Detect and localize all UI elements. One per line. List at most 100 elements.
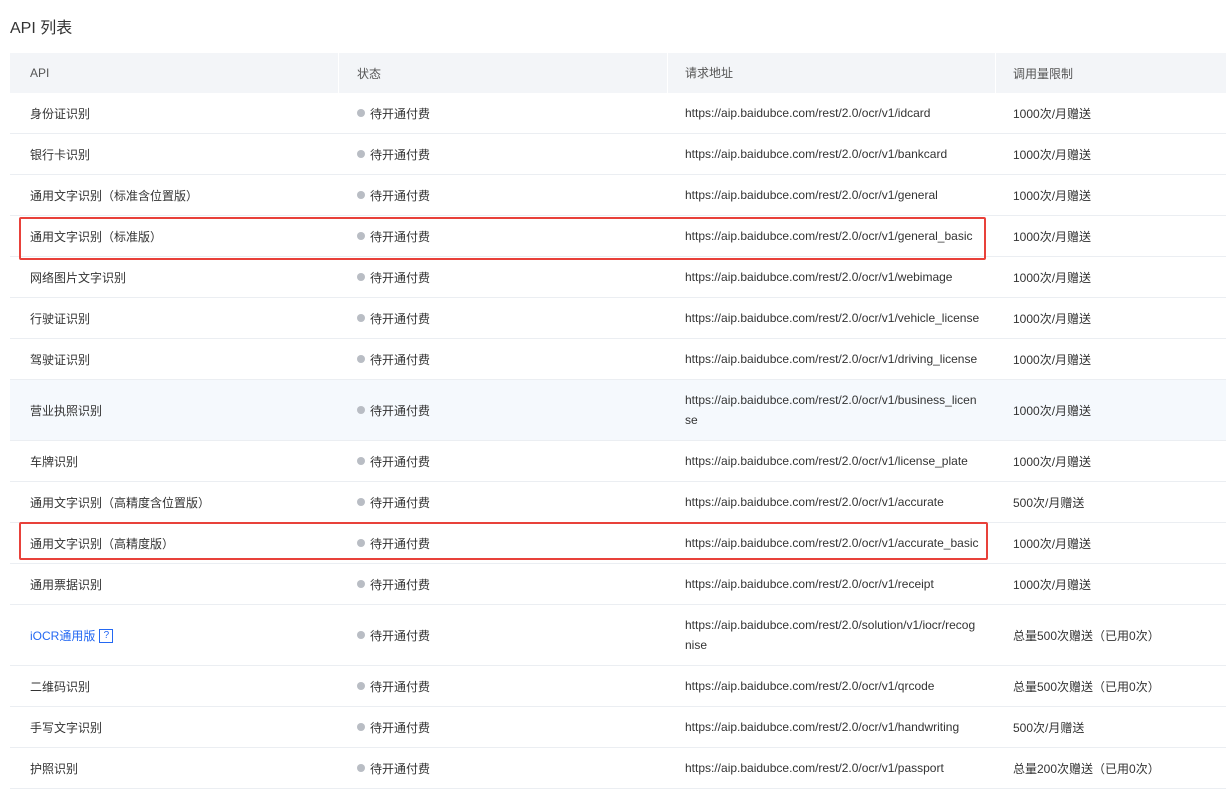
api-name: 二维码识别	[30, 679, 91, 694]
api-name: 身份证识别	[30, 106, 91, 121]
call-limit: 1000次/月赠送	[1013, 577, 1092, 592]
table-row: 护照识别 待开通付费 https://aip.baidubce.com/rest…	[10, 748, 1226, 789]
status-cell: 待开通付费	[357, 453, 430, 470]
status-dot-icon	[357, 406, 365, 414]
api-name: 驾驶证识别	[30, 352, 91, 367]
api-name: 手写文字识别	[30, 720, 103, 735]
status-text: 待开通付费	[370, 628, 431, 643]
header-separator	[667, 53, 668, 93]
request-url: https://aip.baidubce.com/rest/2.0/ocr/v1…	[685, 454, 968, 468]
request-url: https://aip.baidubce.com/rest/2.0/soluti…	[685, 618, 976, 652]
table-row: 营业执照识别 待开通付费 https://aip.baidubce.com/re…	[10, 380, 1226, 441]
status-cell: 待开通付费	[357, 576, 430, 593]
status-dot-icon	[357, 232, 365, 240]
api-name: 车牌识别	[30, 454, 79, 469]
request-url: https://aip.baidubce.com/rest/2.0/ocr/v1…	[685, 106, 931, 120]
status-text: 待开通付费	[370, 106, 431, 121]
header-separator	[995, 53, 996, 93]
status-cell: 待开通付费	[357, 105, 430, 122]
call-limit: 1000次/月赠送	[1013, 188, 1092, 203]
status-text: 待开通付费	[370, 311, 431, 326]
table-row: 手写文字识别 待开通付费 https://aip.baidubce.com/re…	[10, 707, 1226, 748]
request-url: https://aip.baidubce.com/rest/2.0/ocr/v1…	[685, 495, 944, 509]
request-url: https://aip.baidubce.com/rest/2.0/ocr/v1…	[685, 720, 960, 734]
call-limit: 总量200次赠送（已用0次）	[1013, 761, 1160, 776]
call-limit: 1000次/月赠送	[1013, 106, 1092, 121]
api-name: 银行卡识别	[30, 147, 91, 162]
table-row: iOCR通用版? 待开通付费 https://aip.baidubce.com/…	[10, 605, 1226, 666]
status-cell: 待开通付费	[357, 228, 430, 245]
table-header: API 状态 请求地址 调用量限制	[10, 53, 1226, 93]
status-dot-icon	[357, 631, 365, 639]
status-dot-icon	[357, 457, 365, 465]
status-dot-icon	[357, 723, 365, 731]
status-text: 待开通付费	[370, 536, 431, 551]
header-separator	[338, 53, 339, 93]
call-limit: 总量500次赠送（已用0次）	[1013, 679, 1160, 694]
status-dot-icon	[357, 150, 365, 158]
status-cell: 待开通付费	[357, 719, 430, 736]
status-cell: 待开通付费	[357, 310, 430, 327]
api-name: 通用文字识别（高精度版）	[30, 536, 175, 551]
call-limit: 1000次/月赠送	[1013, 536, 1092, 551]
status-text: 待开通付费	[370, 403, 431, 418]
request-url: https://aip.baidubce.com/rest/2.0/ocr/v1…	[685, 536, 979, 550]
status-text: 待开通付费	[370, 577, 431, 592]
request-url: https://aip.baidubce.com/rest/2.0/ocr/v1…	[685, 229, 973, 243]
table-row: 通用票据识别 待开通付费 https://aip.baidubce.com/re…	[10, 564, 1226, 605]
status-cell: 待开通付费	[357, 187, 430, 204]
status-cell: 待开通付费	[357, 494, 430, 511]
status-dot-icon	[357, 355, 365, 363]
status-dot-icon	[357, 191, 365, 199]
api-name: 通用文字识别（高精度含位置版）	[30, 495, 211, 510]
header-status: 状态	[357, 66, 382, 81]
status-text: 待开通付费	[370, 229, 431, 244]
api-name: 行驶证识别	[30, 311, 91, 326]
status-text: 待开通付费	[370, 352, 431, 367]
call-limit: 1000次/月赠送	[1013, 229, 1092, 244]
status-dot-icon	[357, 273, 365, 281]
table-row: 行驶证识别 待开通付费 https://aip.baidubce.com/res…	[10, 298, 1226, 339]
status-text: 待开通付费	[370, 761, 431, 776]
call-limit: 1000次/月赠送	[1013, 352, 1092, 367]
status-cell: 待开通付费	[357, 402, 430, 419]
header-api: API	[30, 66, 50, 80]
table-row: 身份证识别 待开通付费 https://aip.baidubce.com/res…	[10, 93, 1226, 134]
call-limit: 1000次/月赠送	[1013, 311, 1092, 326]
call-limit: 总量500次赠送（已用0次）	[1013, 628, 1160, 643]
request-url: https://aip.baidubce.com/rest/2.0/ocr/v1…	[685, 577, 934, 591]
api-name: 护照识别	[30, 761, 79, 776]
request-url: https://aip.baidubce.com/rest/2.0/ocr/v1…	[685, 393, 977, 427]
status-text: 待开通付费	[370, 720, 431, 735]
iocr-link[interactable]: iOCR通用版	[30, 629, 95, 643]
table-row: 通用文字识别（高精度版） 待开通付费 https://aip.baidubce.…	[10, 523, 1226, 564]
status-dot-icon	[357, 314, 365, 322]
status-cell: 待开通付费	[357, 535, 430, 552]
request-url: https://aip.baidubce.com/rest/2.0/ocr/v1…	[685, 761, 944, 775]
status-cell: 待开通付费	[357, 627, 430, 644]
status-dot-icon	[357, 539, 365, 547]
api-name: 通用文字识别（标准版）	[30, 229, 163, 244]
call-limit: 1000次/月赠送	[1013, 270, 1092, 285]
table-row: 网络图片文字识别 待开通付费 https://aip.baidubce.com/…	[10, 257, 1226, 298]
help-icon[interactable]: ?	[99, 629, 114, 644]
status-text: 待开通付费	[370, 147, 431, 162]
call-limit: 1000次/月赠送	[1013, 403, 1092, 418]
table-row: 通用文字识别（高精度含位置版） 待开通付费 https://aip.baidub…	[10, 482, 1226, 523]
table-row: 通用文字识别（标准含位置版） 待开通付费 https://aip.baidubc…	[10, 175, 1226, 216]
status-cell: 待开通付费	[357, 760, 430, 777]
status-text: 待开通付费	[370, 495, 431, 510]
table-row: 二维码识别 待开通付费 https://aip.baidubce.com/res…	[10, 666, 1226, 707]
request-url: https://aip.baidubce.com/rest/2.0/ocr/v1…	[685, 679, 935, 693]
header-limit: 调用量限制	[1013, 66, 1074, 81]
api-name: 营业执照识别	[30, 403, 103, 418]
table-row: 银行卡识别 待开通付费 https://aip.baidubce.com/res…	[10, 134, 1226, 175]
call-limit: 1000次/月赠送	[1013, 147, 1092, 162]
status-cell: 待开通付费	[357, 146, 430, 163]
status-dot-icon	[357, 109, 365, 117]
api-table: API 状态 请求地址 调用量限制 身份证识别 待开通付费 https://ai…	[10, 53, 1226, 789]
status-cell: 待开通付费	[357, 351, 430, 368]
api-name: 通用文字识别（标准含位置版）	[30, 188, 199, 203]
status-text: 待开通付费	[370, 188, 431, 203]
request-url: https://aip.baidubce.com/rest/2.0/ocr/v1…	[685, 147, 948, 161]
